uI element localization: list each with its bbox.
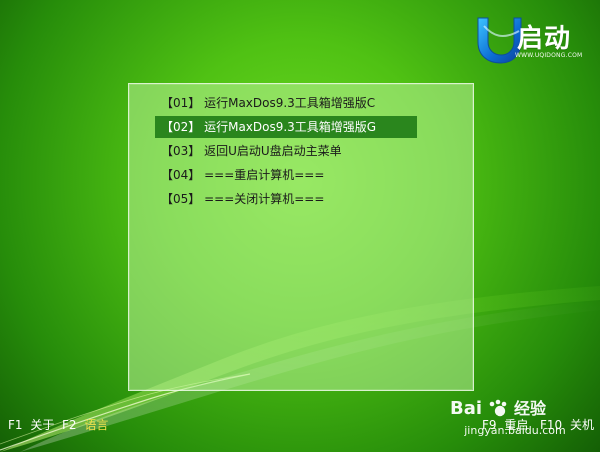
brand-url: WWW.UQIDONG.COM	[515, 52, 583, 59]
svg-text:Bai: Bai	[450, 398, 482, 419]
baidu-site-text: jingyan.baidu.com	[464, 424, 566, 437]
brand-name: 启动	[517, 24, 572, 54]
menu-item-04[interactable]: 【04】 ===重启计算机===	[155, 164, 419, 186]
menu-item-05[interactable]: 【05】 ===关闭计算机===	[155, 188, 419, 210]
baidu-watermark: Bai 经验 jingyan.baidu.com	[450, 396, 580, 442]
footer-key-description: 关于	[30, 418, 55, 432]
footer-key-f2[interactable]: F2 语言	[62, 416, 108, 433]
footer-key-description: 语言	[84, 418, 109, 432]
menu-item-01[interactable]: 【01】 运行MaxDos9.3工具箱增强版C	[155, 92, 419, 114]
menu-item-02[interactable]: 【02】 运行MaxDos9.3工具箱增强版G	[155, 116, 417, 138]
menu-item-03[interactable]: 【03】 返回U启动U盘启动主菜单	[155, 140, 419, 162]
footer-key-label: F1	[8, 418, 23, 432]
brand-logo: 启动 WWW.UQIDONG.COM	[472, 12, 592, 68]
svg-text:经验: 经验	[514, 399, 547, 418]
boot-menu-screen: 启动 WWW.UQIDONG.COM 【01】 运行MaxDos9.3工具箱增强…	[0, 0, 600, 452]
footer-key-f1[interactable]: F1 关于	[8, 416, 54, 433]
boot-menu-list: 【01】 运行MaxDos9.3工具箱增强版C 【02】 运行MaxDos9.3…	[155, 92, 419, 212]
boot-menu-panel: 【01】 运行MaxDos9.3工具箱增强版C 【02】 运行MaxDos9.3…	[128, 83, 474, 391]
footer-key-label: F2	[62, 418, 77, 432]
baidu-paw-icon: Bai 经验	[450, 398, 547, 419]
